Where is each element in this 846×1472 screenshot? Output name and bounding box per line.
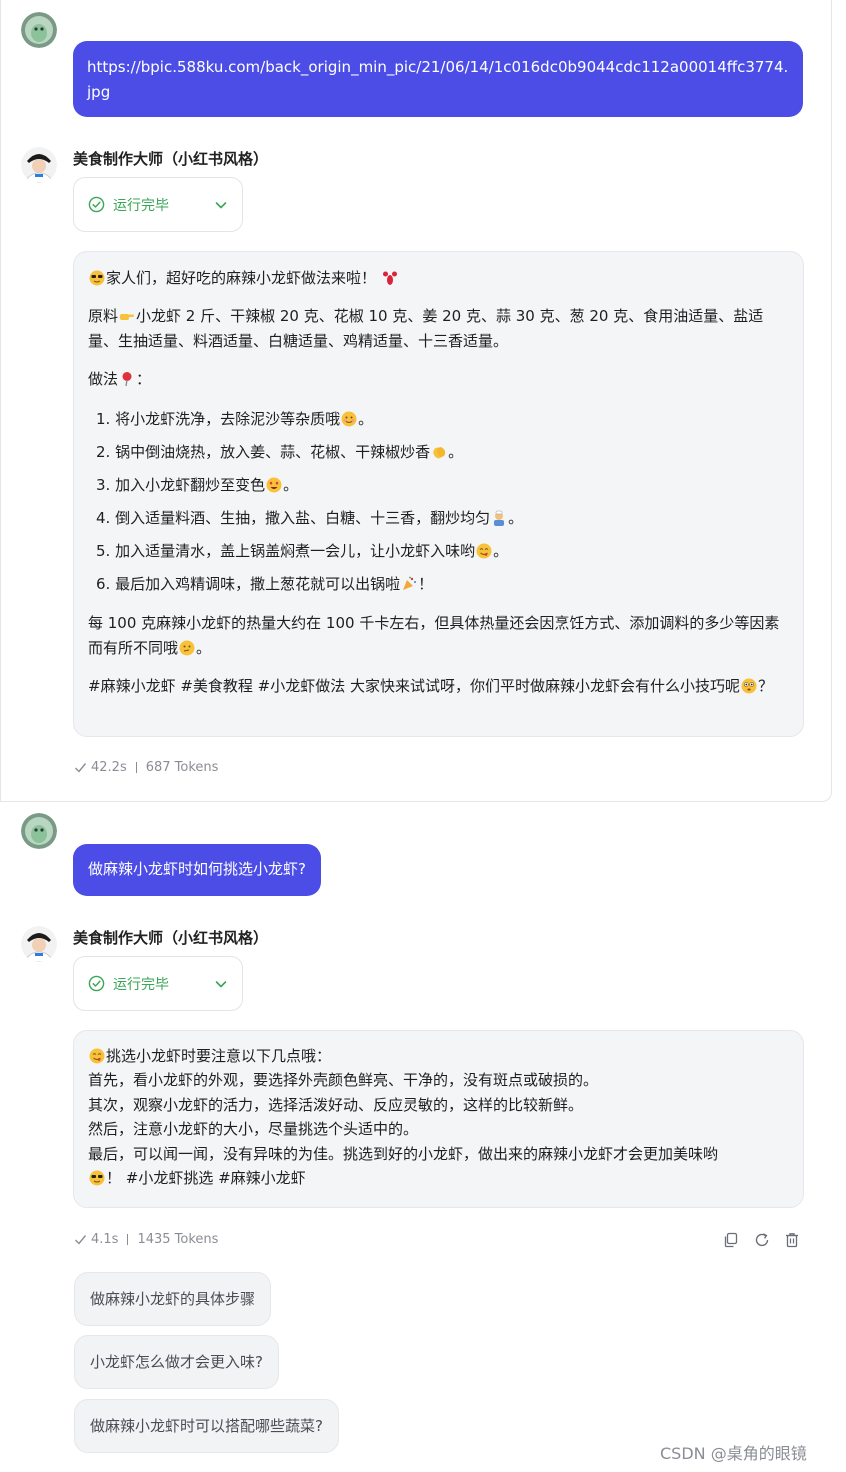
- reply-tags: #麻辣小龙虾 #美食教程 #小龙虾做法 大家快来试试呀，你们平时做麻辣小龙虾会有…: [88, 677, 774, 695]
- reply-calories: 每 100 克麻辣小龙虾的热量大约在 100 千卡左右，但具体热量还会因烹饪方式…: [88, 614, 780, 657]
- user-avatar: [21, 12, 57, 48]
- pushpin-icon: [122, 372, 132, 387]
- yum-face-icon: [476, 543, 492, 559]
- run-status-dropdown[interactable]: 运行完毕: [73, 956, 243, 1011]
- sunglasses-face-icon: [89, 270, 105, 286]
- copy-icon: [724, 1232, 738, 1248]
- suggestion-chip[interactable]: 做麻辣小龙虾的具体步骤: [74, 1272, 272, 1326]
- check-circle-icon: [88, 196, 105, 213]
- step-item: 3. 加入小龙虾翻炒至变色。: [96, 476, 299, 494]
- meta-separator: [127, 1234, 129, 1245]
- bot-name: 美食制作大师（小红书风格）: [73, 150, 269, 168]
- chevron-down-icon: [215, 202, 227, 209]
- trash-icon: [786, 1233, 798, 1248]
- pointing-hand-icon: [120, 314, 135, 320]
- chevron-down-icon: [215, 981, 227, 988]
- step-item: 5. 加入适量清水，盖上锅盖焖煮一会儿，让小龙虾入味哟。: [96, 542, 509, 560]
- bot-reply-recipe: 家人们，超好吃的麻辣小龙虾做法来啦！ 原料 小龙虾 2 斤、干辣椒 20 克、花椒…: [73, 251, 804, 737]
- token-count: 687 Tokens: [145, 760, 219, 775]
- flushed-face-icon: [741, 678, 757, 694]
- tips-line: 然后，注意小龙虾的大小，尽量挑选个头适中的。: [88, 1120, 419, 1139]
- tips-line: 首先，看小龙虾的外观，要选择外壳颜色鲜亮、干净的，没有斑点或破损的。: [88, 1071, 599, 1090]
- run-status-dropdown[interactable]: 运行完毕: [73, 177, 243, 232]
- status-label: 运行完毕: [113, 197, 169, 214]
- tips-line: 其次，观察小龙虾的活力，选择活泼好动、反应灵敏的，这样的比较新鲜。: [88, 1095, 584, 1114]
- reply-intro: 家人们，超好吃的麻辣小龙虾做法来啦！: [88, 266, 789, 291]
- user-message-url: https://bpic.588ku.com/back_origin_min_p…: [73, 41, 803, 117]
- bot-avatar: [21, 926, 57, 962]
- suggestion-chip[interactable]: 小龙虾怎么做才会更入味?: [74, 1335, 279, 1389]
- suggestion-chip[interactable]: 做麻辣小龙虾时可以搭配哪些蔬菜?: [74, 1399, 339, 1453]
- party-popper-icon: [403, 576, 417, 590]
- yum-face-icon: [89, 1048, 105, 1064]
- step-item: 2. 锅中倒油烧热，放入姜、蒜、花椒、干辣椒炒香。: [96, 443, 464, 461]
- check-icon: [75, 763, 87, 773]
- sunglasses-face-icon: [89, 1170, 105, 1186]
- reply-meta: 4.1s 1435 Tokens: [74, 1232, 218, 1247]
- smiling-face-icon: [341, 411, 357, 427]
- step-item: 4. 倒入适量料酒、生抽，撒入盐、白糖、十三香，翻炒均匀。: [96, 509, 524, 527]
- watermark: CSDN @桌角的眼镜: [660, 1444, 807, 1463]
- bot-reply-selection-tips: 挑选小龙虾时要注意以下几点哦： 首先，看小龙虾的外观，要选择外壳颜色鲜亮、干净的…: [73, 1030, 804, 1208]
- steps-list: 1. 将小龙虾洗净，去除泥沙等杂质哦。 2. 锅中倒油烧热，放入姜、蒜、花椒、干…: [96, 403, 789, 601]
- regenerate-button[interactable]: [753, 1231, 771, 1249]
- bot-name: 美食制作大师（小红书风格）: [73, 929, 269, 947]
- tips-line: 挑选小龙虾时要注意以下几点哦：: [88, 1044, 789, 1068]
- bot-avatar: [21, 147, 57, 183]
- check-circle-icon: [88, 975, 105, 992]
- copy-button[interactable]: [722, 1231, 740, 1249]
- refresh-icon: [755, 1233, 769, 1247]
- check-icon: [75, 1235, 87, 1245]
- reply-meta: 42.2s 687 Tokens: [74, 760, 218, 775]
- heart-eyes-icon: [266, 477, 282, 493]
- meta-separator: [135, 762, 137, 773]
- message-actions: [722, 1231, 802, 1251]
- elapsed-time: 42.2s: [91, 760, 127, 775]
- cooking-person-icon: [494, 510, 505, 526]
- elapsed-time: 4.1s: [91, 1232, 119, 1247]
- user-avatar: [21, 813, 57, 849]
- tips-line: 最后，可以闻一闻，没有异味的为佳。挑选到好的小龙虾，做出来的麻辣小龙虾才会更加美…: [88, 1144, 719, 1188]
- lobster-icon: [383, 271, 398, 285]
- status-label: 运行完毕: [113, 976, 169, 993]
- step-item: 1. 将小龙虾洗净，去除泥沙等杂质哦。: [96, 410, 374, 428]
- user-message-question: 做麻辣小龙虾时如何挑选小龙虾?: [73, 844, 321, 896]
- token-count: 1435 Tokens: [137, 1232, 219, 1247]
- step-item: 6. 最后加入鸡精调味，撒上葱花就可以出锅啦！: [96, 575, 434, 593]
- clapping-hands-icon: [433, 447, 446, 459]
- delete-button[interactable]: [783, 1231, 801, 1249]
- reply-method-label: 做法：: [88, 370, 152, 388]
- reply-ingredients: 原料 小龙虾 2 斤、干辣椒 20 克、花椒 10 克、姜 20 克、蒜 30 克…: [88, 307, 764, 350]
- thinking-face-icon: [179, 640, 195, 656]
